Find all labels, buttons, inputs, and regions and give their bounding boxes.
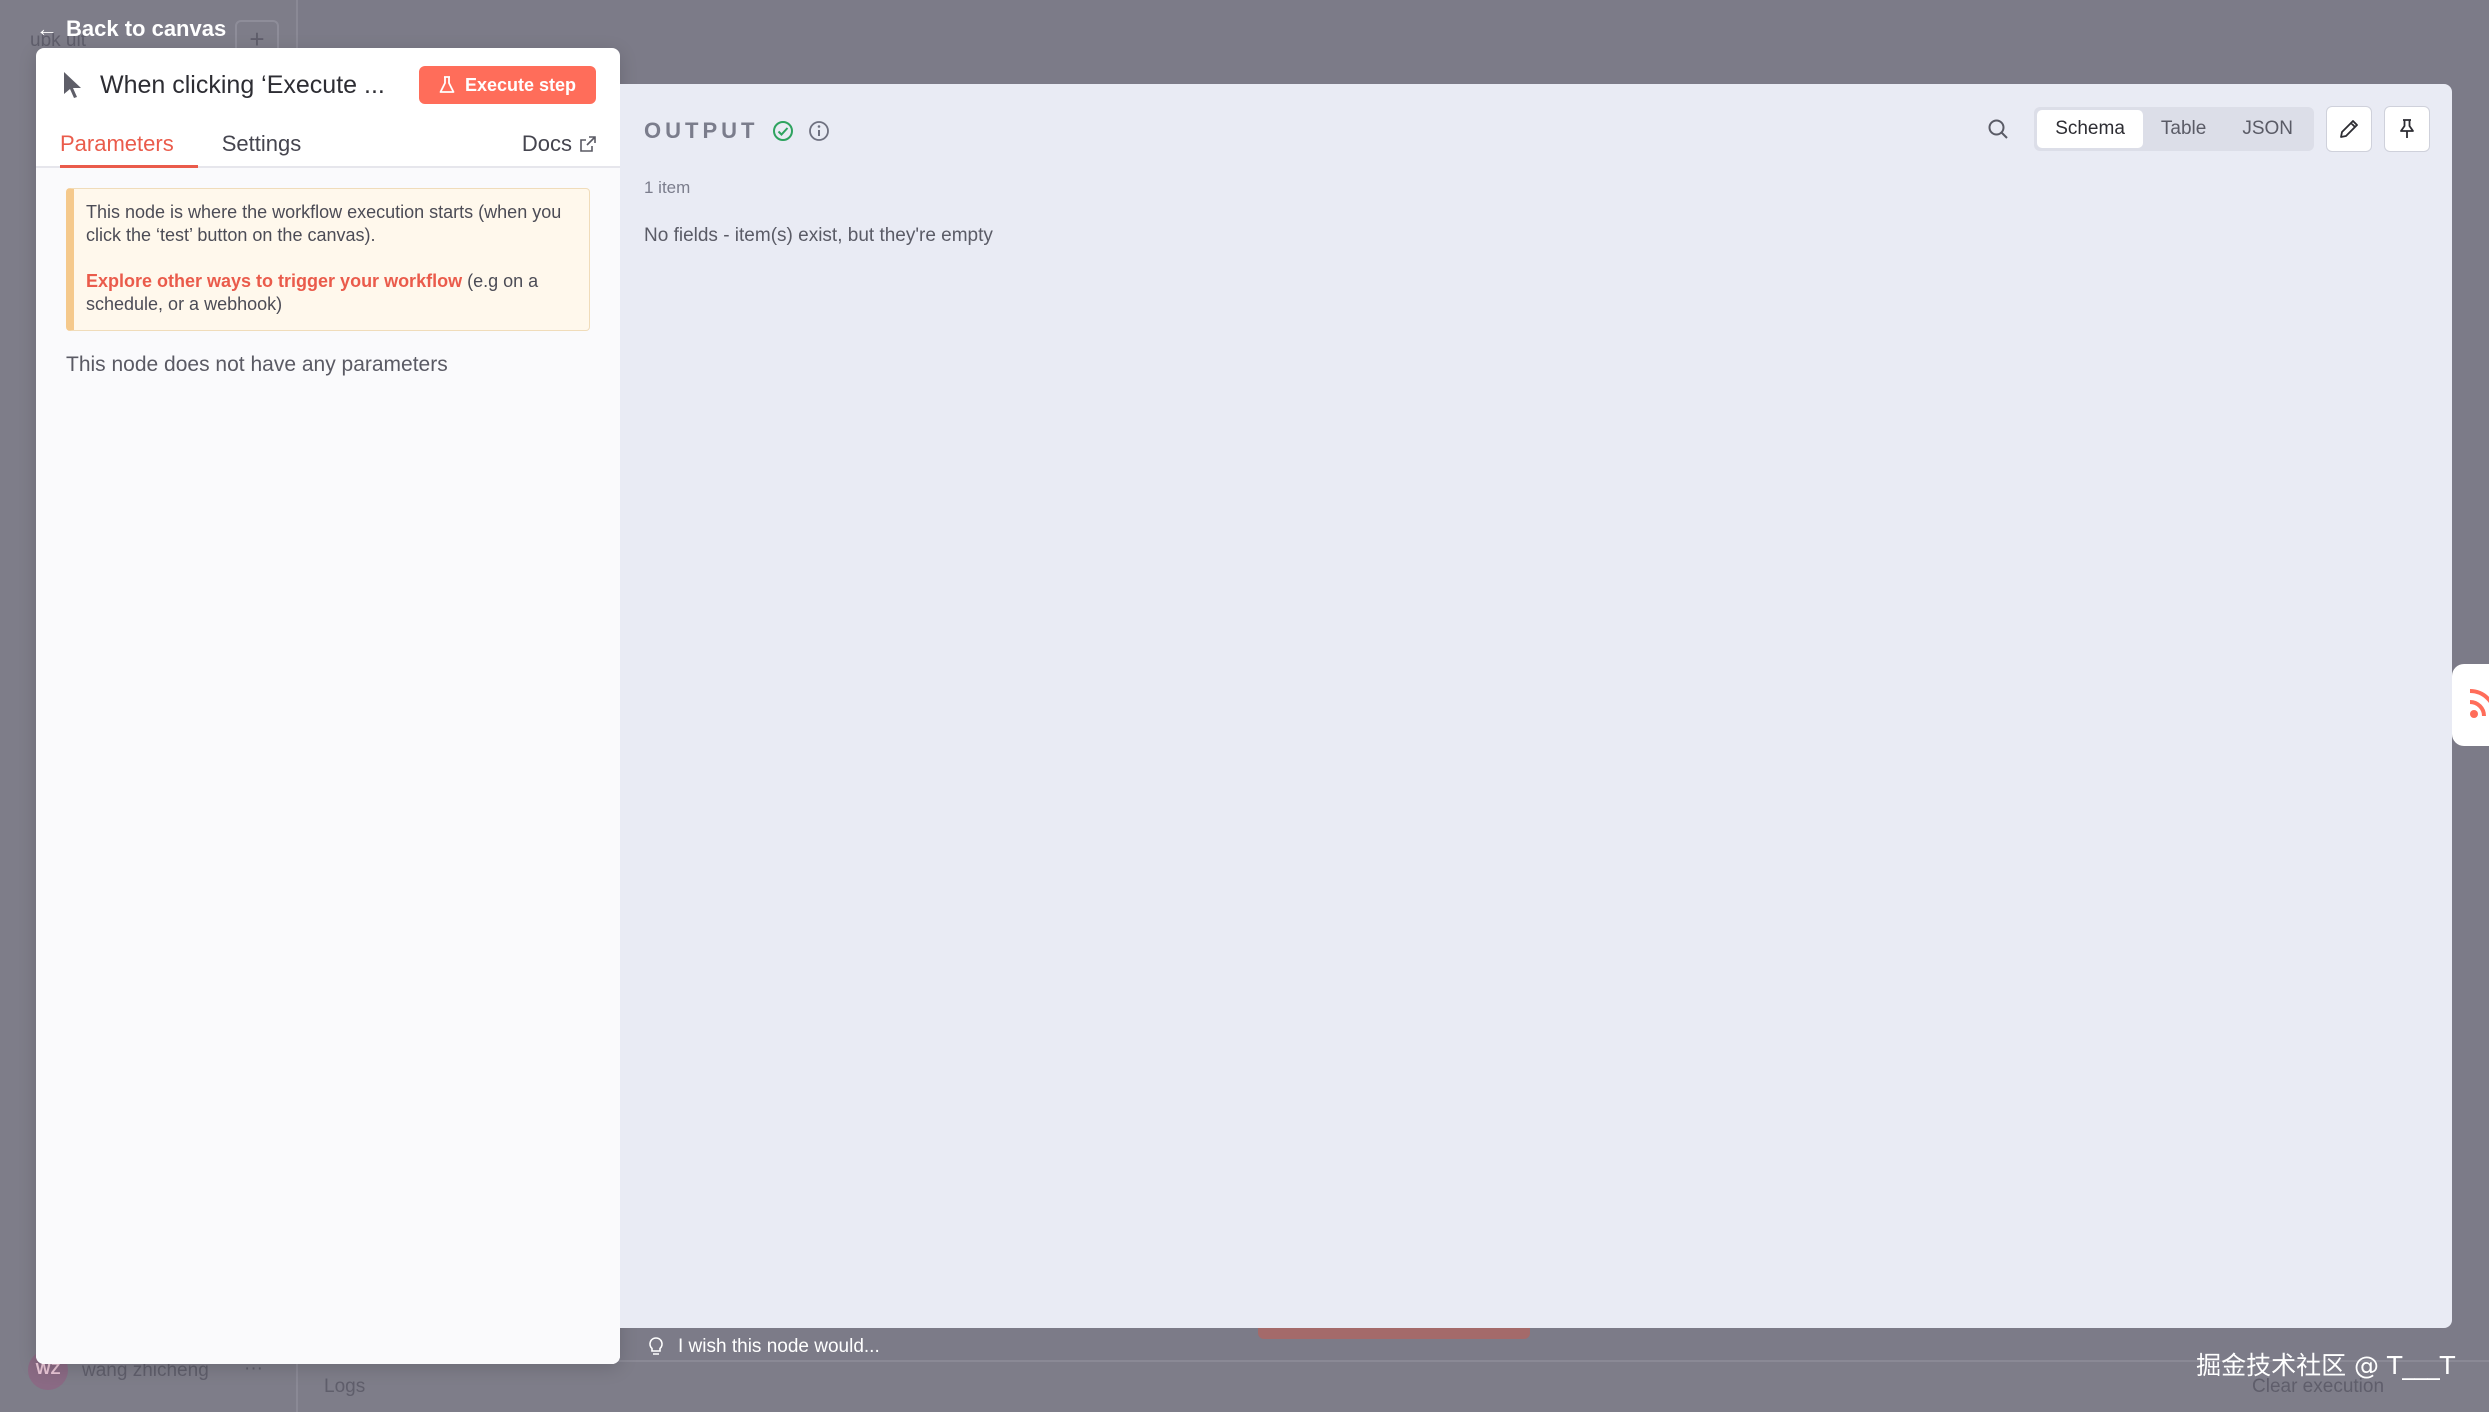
back-to-canvas-link[interactable]: ← Back to canvas bbox=[36, 16, 226, 42]
execute-step-label: Execute step bbox=[464, 74, 576, 95]
explore-triggers-link[interactable]: Explore other ways to trigger your workf… bbox=[86, 271, 462, 291]
tab-docs[interactable]: Docs bbox=[522, 122, 596, 166]
check-circle-icon bbox=[773, 121, 794, 141]
info-icon[interactable] bbox=[808, 120, 830, 142]
view-json-option[interactable]: JSON bbox=[2224, 110, 2311, 148]
tab-settings[interactable]: Settings bbox=[222, 122, 326, 166]
feature-request-label: I wish this node would... bbox=[678, 1336, 880, 1357]
panel-header: When clicking ‘Execute ... Execute step bbox=[36, 48, 620, 122]
pin-output-button[interactable] bbox=[2384, 106, 2430, 152]
external-link-icon bbox=[580, 136, 596, 152]
mouse-pointer-icon bbox=[64, 72, 81, 98]
panel-tabs: Parameters Settings Docs bbox=[36, 122, 620, 168]
background-logs-bar bbox=[298, 1360, 2489, 1412]
docs-label: Docs bbox=[521, 131, 572, 156]
items-count: 1 item bbox=[644, 178, 691, 197]
output-label: OUTPUT bbox=[644, 118, 759, 143]
watermark-text: 掘金技术社区 @ T___T bbox=[2196, 1351, 2455, 1380]
output-panel: OUTPUT 1 item No fields - item(s) exist,… bbox=[620, 84, 2452, 1328]
execute-step-button[interactable]: Execute step bbox=[418, 66, 596, 104]
search-icon bbox=[1988, 119, 2008, 139]
node-parameters-panel: When clicking ‘Execute ... Execute step … bbox=[36, 48, 620, 1364]
logs-label: Logs bbox=[324, 1376, 366, 1397]
output-toolbar: Schema Table JSON bbox=[1978, 106, 2430, 152]
flask-icon bbox=[439, 76, 455, 93]
trigger-info-callout: This node is where the workflow executio… bbox=[66, 188, 590, 331]
edit-output-button[interactable] bbox=[2326, 106, 2372, 152]
arrow-left-icon: ← bbox=[36, 16, 58, 41]
tab-parameters[interactable]: Parameters bbox=[60, 122, 198, 168]
pin-icon bbox=[2400, 119, 2414, 138]
view-schema-option[interactable]: Schema bbox=[2037, 110, 2143, 148]
display-mode-toggle: Schema Table JSON bbox=[2034, 107, 2314, 151]
edge-feedback-tab[interactable] bbox=[2452, 664, 2489, 746]
view-table-option[interactable]: Table bbox=[2143, 110, 2224, 148]
rss-icon bbox=[2469, 689, 2489, 718]
no-parameters-message: This node does not have any parameters bbox=[66, 353, 448, 376]
callout-text: This node is where the workflow executio… bbox=[86, 202, 562, 245]
search-button[interactable] bbox=[1978, 109, 2018, 149]
panel-body: This node is where the workflow executio… bbox=[36, 168, 620, 1364]
node-title[interactable]: When clicking ‘Execute ... bbox=[100, 71, 419, 100]
output-header: OUTPUT bbox=[644, 118, 830, 144]
back-to-canvas-label: Back to canvas bbox=[66, 16, 227, 41]
lightbulb-icon bbox=[649, 1337, 663, 1355]
empty-output-message: No fields - item(s) exist, but they're e… bbox=[644, 225, 993, 246]
feature-request-link[interactable]: I wish this node would... bbox=[648, 1336, 880, 1358]
pencil-icon bbox=[2340, 120, 2358, 138]
app-stage: + ubk ult WZ wang zhicheng ··· Logs Clea… bbox=[0, 0, 2489, 1412]
